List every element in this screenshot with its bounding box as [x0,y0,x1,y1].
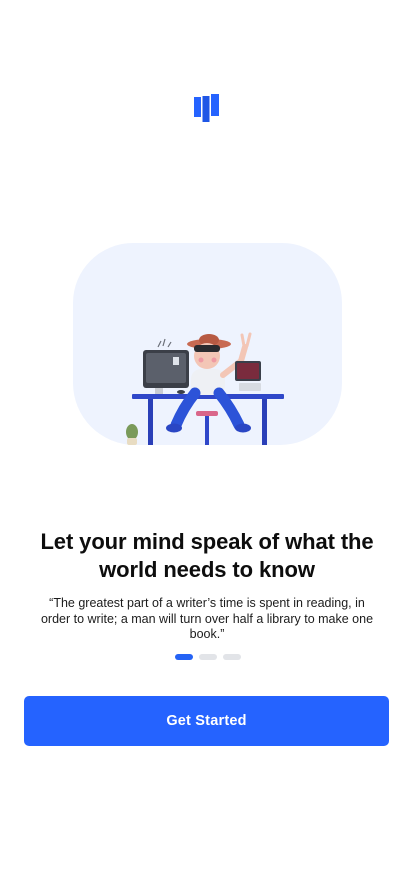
onboarding-quote: “The greatest part of a writer’s time is… [40,596,374,641]
onboarding-headline: Let your mind speak of what the world ne… [40,529,374,582]
bookshelf-logo-icon [194,94,219,122]
person-at-desk-illustration [132,332,284,445]
page-indicator [175,654,241,660]
plant-icon [126,424,138,445]
page-dot-1[interactable] [175,654,193,660]
onboarding-screen: Let your mind speak of what the world ne… [0,0,414,896]
page-dot-2[interactable] [199,654,217,660]
illustration-card [73,243,342,445]
get-started-button[interactable]: Get Started [24,696,389,746]
page-dot-3[interactable] [223,654,241,660]
